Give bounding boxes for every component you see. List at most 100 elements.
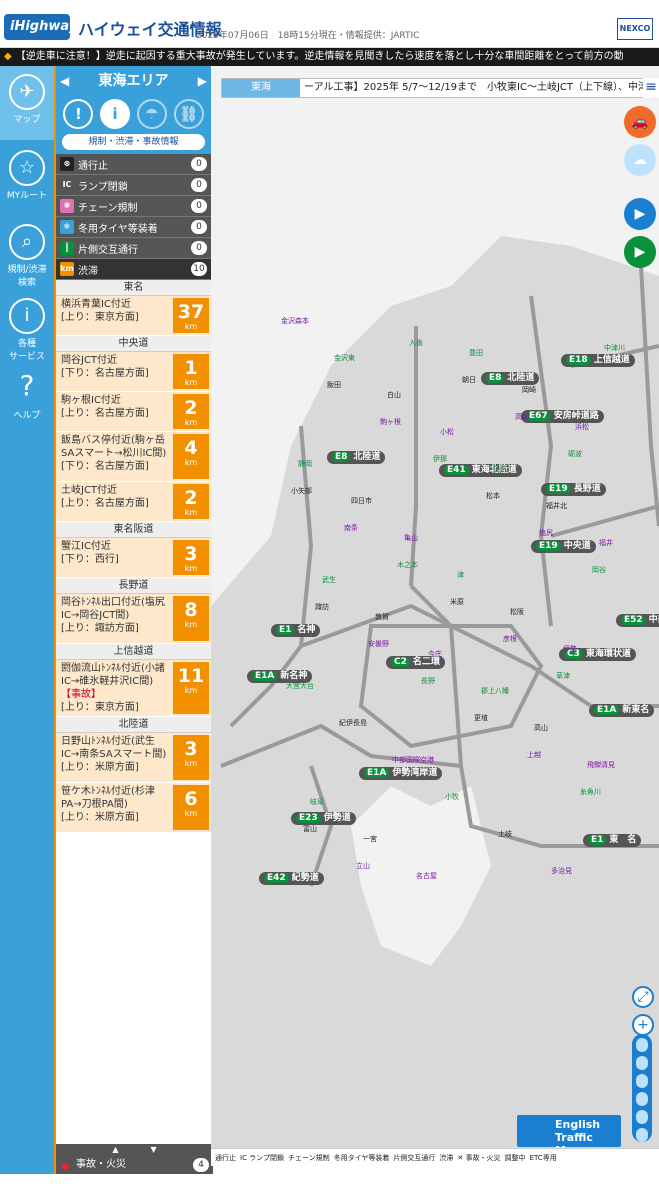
menu-icon[interactable]: ≡ — [643, 78, 659, 98]
ic-label[interactable]: 朝日 — [462, 375, 476, 385]
highway-label[interactable]: E1 東 名 — [583, 834, 642, 847]
congestion-entry[interactable]: 駒ヶ根IC付近 [上り：名古屋方面] 2 km — [56, 392, 211, 432]
ic-label[interactable]: 入善 — [409, 338, 423, 348]
zoom-slider[interactable] — [632, 1034, 652, 1142]
highway-label[interactable]: E67 安房峠道路 — [521, 410, 604, 423]
congestion-entry[interactable]: 飯島バス停付近(駒ヶ岳SAスマート→松川IC間) [下り：名古屋方面] 4 km — [56, 432, 211, 482]
ic-label[interactable]: 四日市 — [351, 496, 372, 506]
highway-label[interactable]: E1 名神 — [271, 624, 321, 637]
category-accident[interactable]: ✹ 事故・火災 4 — [56, 1156, 213, 1174]
ic-label[interactable]: 一宮 — [363, 834, 377, 844]
ic-label[interactable]: 米原 — [450, 597, 464, 607]
info-filter-button[interactable]: i — [100, 99, 131, 129]
ic-label[interactable]: 津 — [457, 570, 464, 580]
nav-services[interactable]: i 各種 サービス — [0, 290, 54, 364]
ic-label[interactable]: 小松 — [440, 427, 454, 437]
highway-label[interactable]: E8 北陸道 — [481, 372, 540, 385]
ic-label[interactable]: 紀伊長島 — [339, 718, 367, 728]
warning-filter-button[interactable]: ! — [63, 99, 94, 129]
congestion-entry[interactable]: 笹ケ木ﾄﾝﾈﾙ付近(杉津PA→刀根PA間) [上り：米原方面] 6 km — [56, 783, 211, 833]
weather-filter-button[interactable]: ☂ — [136, 99, 167, 129]
ic-label[interactable]: 松本 — [486, 491, 500, 501]
app-logo[interactable]: iHighway — [4, 14, 77, 40]
ic-label[interactable]: 大宮大台 — [286, 681, 314, 691]
highway-label[interactable]: E19 長野道 — [541, 483, 606, 496]
ic-label[interactable]: 亀山 — [404, 533, 418, 543]
nav-myroute[interactable]: ☆ MYルート — [0, 142, 54, 216]
region-tab[interactable]: 東海 — [222, 79, 300, 97]
ic-label[interactable]: 白山 — [387, 390, 401, 400]
ic-label[interactable]: 安曇野 — [368, 639, 389, 649]
nexco-logo[interactable]: NEXCO — [617, 18, 653, 40]
category-row[interactable]: km 渋滞 10 — [56, 259, 211, 280]
ic-label[interactable]: 砺波 — [568, 449, 582, 459]
ic-label[interactable]: 中津川 — [604, 343, 625, 353]
ic-label[interactable]: 伊那 — [433, 454, 447, 464]
ic-label[interactable]: 武生 — [322, 575, 336, 585]
link-filter-button[interactable]: ⛓ — [173, 99, 204, 129]
nav-search[interactable]: ⌕ 規制/渋滞 検索 — [0, 216, 54, 290]
ic-label[interactable]: 飛騨清見 — [587, 760, 615, 770]
category-row[interactable]: ║ 片側交互通行 0 — [56, 238, 211, 259]
highway-label[interactable]: E19 中央道 — [531, 540, 596, 553]
category-row[interactable]: ⊗ 通行止 0 — [56, 154, 211, 175]
ic-label[interactable]: 小牧 — [445, 792, 459, 802]
ic-label[interactable]: 諏訪 — [315, 602, 329, 612]
ic-label[interactable]: 福井 — [599, 538, 613, 548]
chevron-left-icon[interactable]: ◀ — [60, 66, 69, 96]
ic-label[interactable]: 中部国際空港 — [392, 755, 434, 765]
category-row[interactable]: IC ランプ閉鎖 0 — [56, 175, 211, 196]
ic-label[interactable]: 立山 — [356, 861, 370, 871]
highway-label[interactable]: E18 上信越道 — [561, 354, 635, 367]
ic-label[interactable]: 金沢東 — [334, 353, 355, 363]
nav-map[interactable]: ✈ マップ — [0, 66, 54, 140]
ic-label[interactable]: 富山 — [303, 824, 317, 834]
fullscreen-icon[interactable]: ⤢ — [632, 986, 654, 1008]
ic-label[interactable]: 草津 — [556, 671, 570, 681]
highway-label[interactable]: E52中部 — [616, 614, 659, 627]
camera-icon[interactable]: ▶ — [624, 198, 656, 230]
highway-label[interactable]: E41 東海北陸道 — [439, 464, 522, 477]
congestion-entry[interactable]: 閼伽流山ﾄﾝﾈﾙ付近(小諸IC→碓氷軽井沢IC間) 【事故】 [上り：東京方面] 11… — [56, 660, 211, 717]
scroll-arrows[interactable]: ▲ ▼ — [56, 1144, 213, 1156]
ic-label[interactable]: 糸魚川 — [580, 787, 601, 797]
ic-label[interactable]: 郡上八幡 — [481, 686, 509, 696]
zoom-in-button[interactable]: + — [632, 1014, 654, 1036]
ic-label[interactable]: 小矢部 — [291, 486, 312, 496]
highway-label[interactable]: E8 北陸道 — [327, 451, 386, 464]
news-ticker[interactable]: ◆ 【逆走車に注意！】逆走に起因する重大事故が発生しています。逆走情報を見聞きした… — [0, 48, 659, 66]
live-camera-icon[interactable]: ▶ — [624, 236, 656, 268]
congestion-entry[interactable]: 岡谷ﾄﾝﾈﾙ出口付近(塩尻IC→岡谷JCT間) [上り：諏訪方面] 8 km — [56, 594, 211, 644]
ic-label[interactable]: 浜松 — [575, 422, 589, 432]
snow-cloud-icon[interactable]: ☁ — [624, 144, 656, 176]
ic-label[interactable]: 福井北 — [546, 501, 567, 511]
ic-label[interactable]: 駒ヶ根 — [380, 417, 401, 427]
category-row[interactable]: ❄ 冬用タイヤ等装着 0 — [56, 217, 211, 238]
english-map-button[interactable]: English Traffic Map — [517, 1115, 621, 1157]
ic-label[interactable]: 岡谷 — [592, 565, 606, 575]
ic-label[interactable]: 豊田 — [469, 348, 483, 358]
ic-label[interactable]: 木之本 — [397, 560, 418, 570]
ic-label[interactable]: 塩尻 — [539, 528, 553, 538]
ic-label[interactable]: 岡崎 — [522, 385, 536, 395]
ic-label[interactable]: 長野 — [421, 676, 435, 686]
ic-label[interactable]: 金沢森本 — [281, 316, 309, 326]
ic-label[interactable]: 伊勢 — [563, 644, 577, 654]
chevron-right-icon[interactable]: ▶ — [198, 66, 207, 96]
ic-label[interactable]: 更埴 — [474, 713, 488, 723]
ic-label[interactable]: 岐阜 — [310, 797, 324, 807]
ic-label[interactable]: 敦賀 — [375, 612, 389, 622]
ic-label[interactable]: 南条 — [344, 523, 358, 533]
car-icon[interactable]: 🚗 — [624, 106, 656, 138]
ic-label[interactable]: 土岐 — [498, 829, 512, 839]
nav-help[interactable]: ? ヘルプ — [0, 362, 54, 436]
traffic-map[interactable]: 東海 ーアル工事】2025年 5/7〜12/19まで 小牧東IC～土岐JCT（上下… — [211, 66, 659, 1166]
ic-label[interactable]: 多治見 — [551, 866, 572, 876]
highway-label[interactable]: E23 伊勢道 — [291, 812, 356, 825]
ic-label[interactable]: 名古屋 — [416, 871, 437, 881]
map-info-strip[interactable]: 東海 ーアル工事】2025年 5/7〜12/19まで 小牧東IC～土岐JCT（上下… — [221, 78, 653, 98]
ic-label[interactable]: 高山 — [534, 723, 548, 733]
ic-label[interactable]: 今庄 — [428, 649, 442, 659]
congestion-entry[interactable]: 蟹江IC付近 [下り：西行] 3 km — [56, 538, 211, 578]
ic-label[interactable]: 松阪 — [510, 607, 524, 617]
